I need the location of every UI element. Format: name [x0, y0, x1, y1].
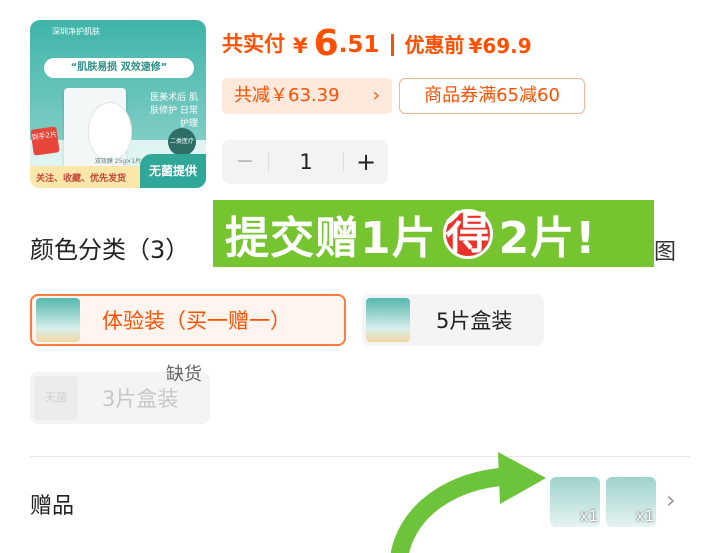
- variant-option-trial[interactable]: 体验装（买一赠一）: [30, 294, 346, 346]
- sku-selector-panel: 深圳净护肌肤 “肌肤易损 双效速修” 医美术后 肌肤修护 日常护理 二类医疗器械…: [0, 0, 720, 553]
- coupon-badge[interactable]: 商品券满65减60: [399, 78, 585, 114]
- variant-thumbnail: [366, 298, 410, 342]
- variant-section-title: 颜色分类（3）: [30, 236, 190, 264]
- final-price-integer: 6: [313, 23, 339, 64]
- variant-option-5pcs[interactable]: 5片盒装: [362, 294, 544, 346]
- chevron-right-icon: ›: [372, 85, 380, 106]
- variant-label: 3片盒装: [102, 387, 179, 411]
- promo-text-after: 2片!: [498, 212, 597, 264]
- quantity-value[interactable]: 1: [268, 140, 344, 184]
- product-thumbnail[interactable]: 深圳净护肌肤 “肌肤易损 双效速修” 医美术后 肌肤修护 日常护理 二类医疗器械…: [30, 20, 206, 188]
- variant-thumbnail: [36, 298, 80, 342]
- thumbnail-slogan: “肌肤易损 双效速修”: [44, 58, 194, 78]
- thumbnail-side-text: 医美术后 肌肤修护 日常护理: [150, 93, 198, 129]
- certification-seal: 二类医疗器械: [168, 128, 196, 173]
- gift-quantity: x1: [579, 507, 598, 525]
- final-price-decimal: .51: [338, 32, 380, 58]
- price-separator: [391, 34, 395, 56]
- thumbnail-bottom-text: 关注、收藏、优先发货: [36, 174, 127, 184]
- final-price-label: 共实付: [222, 32, 285, 56]
- increase-quantity-button[interactable]: +: [344, 140, 388, 184]
- annotation-arrow-icon: [391, 452, 546, 553]
- original-price: ¥69.9: [468, 34, 532, 58]
- face-mask-image: [88, 102, 132, 160]
- promo-circle-char: 得: [442, 208, 493, 259]
- gift-quantity: x1: [635, 507, 654, 525]
- total-discount-text: 共减￥63.39: [234, 85, 340, 106]
- promo-banner: 提交赠1片 得 2片!: [213, 200, 654, 267]
- variant-label: 5片盒装: [436, 309, 513, 333]
- quantity-stepper: − 1 +: [222, 140, 388, 184]
- gift-item[interactable]: x1: [606, 477, 656, 527]
- total-discount-button[interactable]: 共减￥63.39 ›: [222, 78, 392, 114]
- decrease-quantity-button[interactable]: −: [222, 140, 268, 184]
- currency-symbol: ¥: [293, 34, 308, 58]
- chevron-right-icon[interactable]: ›: [666, 486, 676, 514]
- variant-label: 体验装（买一赠一）: [102, 309, 291, 333]
- sold-out-tag: 缺货: [166, 364, 202, 385]
- original-price-label: 优惠前: [404, 33, 465, 57]
- thumbnail-red-badge: 到手2片: [30, 126, 60, 156]
- sterile-label: 无菌提供: [140, 154, 206, 188]
- promo-text-before: 提交赠1片: [225, 212, 437, 264]
- thumbnail-brand: 深圳净护肌肤: [52, 27, 100, 36]
- section-divider: [30, 456, 690, 457]
- variant-thumbnail: 无菌: [34, 376, 78, 420]
- gift-label: 赠品: [30, 494, 75, 519]
- gift-item[interactable]: x1: [550, 477, 600, 527]
- price-row: 共实付 ¥ 6 .51 优惠前 ¥69.9: [222, 22, 532, 62]
